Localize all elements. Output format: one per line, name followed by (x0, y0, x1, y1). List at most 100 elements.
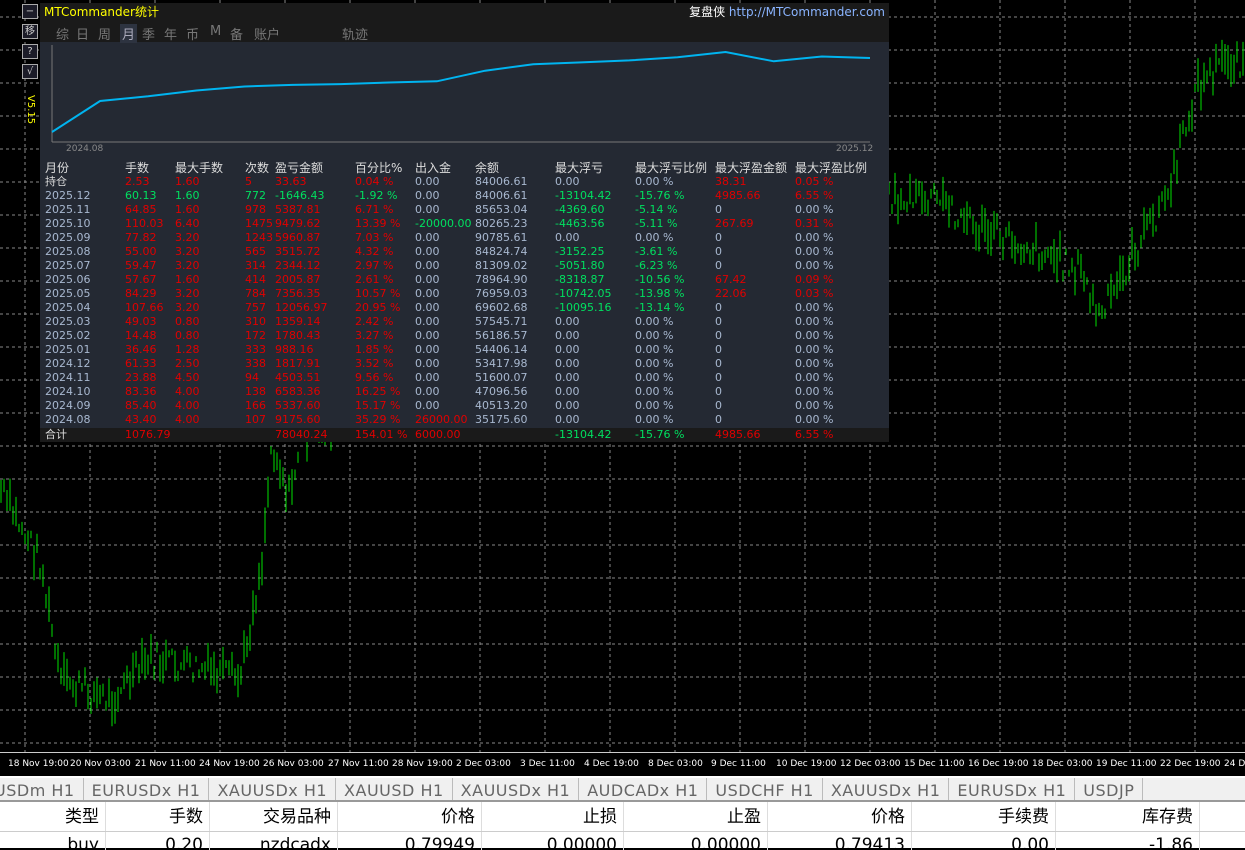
table-cell: 1.85 % (355, 343, 394, 356)
period-tab[interactable]: 币 (186, 24, 199, 43)
chart-tabs: USDm H1 EURUSDx H1 XAUUSDx H1 XAUUSD H1 XAUU… (0, 776, 1245, 800)
minimize-button[interactable]: − (22, 4, 38, 19)
trade-row[interactable]: buy 0.20 nzdcadx 0.79949 0.00000 0.00000 0.794… (0, 832, 1245, 850)
period-tab[interactable]: M (210, 24, 221, 39)
column-header: 出入金 (415, 161, 452, 175)
table-cell: 78964.90 (475, 273, 528, 286)
table-cell: 0.00 (415, 343, 440, 356)
table-cell: 0.00 % (795, 231, 834, 244)
table-cell: 51600.07 (475, 371, 528, 384)
trade-cell: 0.79413 (768, 832, 912, 850)
table-row: 2024.10 83.36 4.00 138 6583.36 16.25 % 0.00 470… (40, 385, 889, 399)
table-cell: 772 (245, 189, 266, 202)
chart-tab[interactable]: AUDCADx H1 (579, 778, 708, 800)
table-cell: 1475 (245, 217, 273, 230)
table-cell: 16.25 % (355, 385, 401, 398)
time-label: 21 Nov 11:00 (135, 759, 196, 769)
table-cell: 0.00 % (635, 315, 674, 328)
table-cell: 0.00 (415, 301, 440, 314)
help-button[interactable]: ? (22, 44, 38, 59)
chart-tab[interactable]: EURUSDx H1 (84, 778, 210, 800)
chart-tab[interactable]: EURUSDx H1 (949, 778, 1076, 800)
table-cell: 0 (715, 399, 722, 412)
table-cell: 0.00 % (635, 231, 674, 244)
time-label: 20 Nov 03:00 (70, 759, 131, 769)
table-cell: -3152.25 (555, 245, 605, 258)
table-cell: -13.14 % (635, 301, 685, 314)
table-row: 2025.04 107.66 3.20 757 12056.97 20.95 % 0.00 6… (40, 301, 889, 315)
table-row: 2025.07 59.47 3.20 314 2344.12 2.97 % 0.00 8130… (40, 259, 889, 273)
period-tab[interactable]: 年 (164, 24, 177, 43)
trade-cell: nzdcadx (210, 832, 338, 850)
website-link[interactable]: http://MTCommander.com (729, 5, 885, 19)
column-header: 手数 (125, 161, 150, 175)
table-cell: 4985.66 (715, 189, 761, 202)
chart-tab[interactable]: USDJP (1075, 778, 1144, 800)
table-cell: 94 (245, 371, 259, 384)
period-tab[interactable]: 日 (76, 24, 89, 43)
chart-tab[interactable]: XAUUSDx H1 (823, 778, 950, 800)
period-tab[interactable]: 备 (230, 24, 243, 43)
stats-panel: MTCommander统计 复盘侠 http://MTCommander.com… (40, 3, 889, 442)
table-cell: 0.00 (555, 231, 580, 244)
table-cell: 3.20 (175, 259, 200, 272)
panel-title-bar[interactable]: MTCommander统计 复盘侠 http://MTCommander.com (40, 3, 889, 22)
period-tab[interactable]: 轨迹 (342, 24, 368, 43)
table-cell: 59.47 (125, 259, 157, 272)
table-row: 2025.12 60.13 1.60 772 -1646.43 -1.92 % 0.00 84… (40, 189, 889, 203)
table-cell: 5960.87 (275, 231, 321, 244)
table-cell: 0.00 % (635, 399, 674, 412)
table-header-row: 月份 手数 最大手数 次数 盈亏金额 百分比% 出入金 余额 最大浮亏 最大浮亏比例 最大浮盈金额最… (40, 161, 889, 175)
table-cell: 0.05 % (795, 175, 834, 188)
table-cell: 2025.09 (45, 231, 91, 244)
table-cell: 60.13 (125, 189, 157, 202)
table-cell: 7.03 % (355, 231, 394, 244)
table-cell: 35175.60 (475, 413, 528, 426)
total-cell: -15.76 % (635, 428, 685, 441)
table-row: 持仓 2.53 1.60 5 33.63 0.04 % 0.00 84006.61 0.00 0.… (40, 175, 889, 189)
table-cell: 0.00 % (635, 385, 674, 398)
table-cell: 4.00 (175, 399, 200, 412)
table-cell: 49.03 (125, 315, 157, 328)
chart-tab[interactable]: USDm H1 (0, 778, 84, 800)
period-tab[interactable]: 月 (120, 24, 138, 43)
table-cell: 267.69 (715, 217, 754, 230)
period-tab[interactable]: 周 (98, 24, 111, 43)
table-cell: 64.85 (125, 203, 157, 216)
move-button[interactable]: 移 (22, 24, 38, 39)
table-cell: 0.00 % (795, 385, 834, 398)
table-cell: 0.00 (555, 357, 580, 370)
table-cell: 1.60 (175, 273, 200, 286)
table-row: 2024.08 43.40 4.00 107 9175.60 35.29 % 26000.0… (40, 413, 889, 427)
table-cell: 47096.56 (475, 385, 528, 398)
chart-tab[interactable]: XAUUSDx H1 (453, 778, 580, 800)
table-cell: 90785.61 (475, 231, 528, 244)
table-cell: 0.00 (415, 259, 440, 272)
chart-tab[interactable]: USDCHF H1 (707, 778, 823, 800)
table-cell: 43.40 (125, 413, 157, 426)
time-label: 12 Dec 03:00 (840, 759, 901, 769)
period-tab[interactable]: 综 (56, 24, 69, 43)
table-cell: -10742.05 (555, 287, 612, 300)
table-cell: 9175.60 (275, 413, 321, 426)
time-label: 26 Nov 03:00 (263, 759, 324, 769)
table-cell: -4369.60 (555, 203, 605, 216)
table-cell: -15.76 % (635, 189, 685, 202)
table-cell: 0 (715, 315, 722, 328)
table-cell: 20.95 % (355, 301, 401, 314)
table-cell: 1243 (245, 231, 273, 244)
period-tab[interactable]: 账户 (254, 24, 280, 43)
table-cell: 0.03 % (795, 287, 834, 300)
period-tab[interactable]: 季 (142, 24, 155, 43)
table-cell: 0.00 % (795, 315, 834, 328)
table-cell: 0.00 (555, 329, 580, 342)
table-cell: 57545.71 (475, 315, 528, 328)
chart-tab[interactable]: XAUUSDx H1 (209, 778, 337, 800)
trade-column-header: 交易品种 (210, 802, 338, 831)
table-cell: -8318.87 (555, 273, 605, 286)
confirm-button[interactable]: √ (22, 64, 38, 79)
table-cell: 4.00 (175, 413, 200, 426)
table-cell: 0.00 % (635, 371, 674, 384)
table-cell: 310 (245, 315, 266, 328)
chart-tab[interactable]: XAUUSD H1 (336, 778, 453, 800)
